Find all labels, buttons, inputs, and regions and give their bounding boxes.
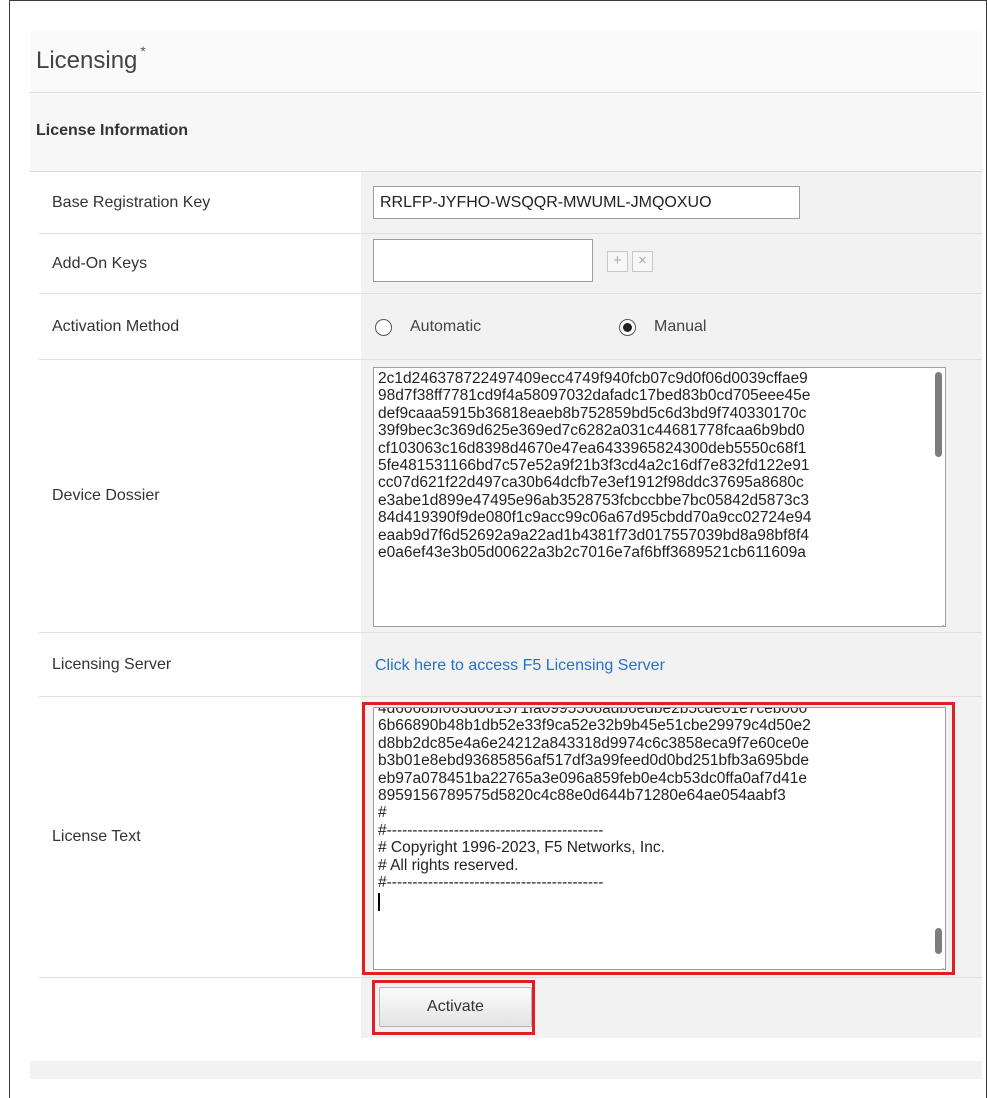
- dossier-scroll-thumb[interactable]: [935, 372, 942, 457]
- base-registration-key-label: Base Registration Key: [39, 172, 361, 233]
- licensing-server-cell: Click here to access F5 Licensing Server: [361, 633, 982, 696]
- activate-cell: Activate: [361, 978, 982, 1038]
- section-header-text: License Information: [36, 122, 189, 139]
- row-base-registration-key: Base Registration Key RRLFP-JYFHO-WSQQR-…: [39, 172, 982, 234]
- radio-automatic-circle[interactable]: [375, 318, 392, 336]
- dossier-line: 2c1d246378722497409ecc4749f940fcb07c9d0f…: [378, 370, 808, 387]
- license-text-textarea[interactable]: 4d6068bf063d001371fa0995568adb6edbe2b5cd…: [373, 707, 946, 970]
- license-scrollbar[interactable]: [934, 710, 943, 967]
- row-device-dossier: Device Dossier 2c1d246378722497409ecc474…: [39, 360, 982, 633]
- radio-manual-label: Manual: [654, 318, 707, 335]
- row-activation-method: Activation Method Automatic Manual: [39, 294, 982, 360]
- device-dossier-cell: 2c1d246378722497409ecc4749f940fcb07c9d0f…: [361, 360, 982, 632]
- license-line: 8959156789575d5820c4c88e0d644b71280e64ae…: [378, 787, 786, 805]
- dossier-line: def9caaa5915b36818eaeb8b752859bd5c6d3bd9…: [378, 404, 807, 422]
- dossier-scrollbar[interactable]: [934, 370, 943, 624]
- license-form: Base Registration Key RRLFP-JYFHO-WSQQR-…: [39, 172, 982, 1038]
- license-line: d8bb2dc85e4a6e24212a843318d9974c6c3858ec…: [378, 734, 809, 752]
- add-on-keys-cell: + ×: [361, 234, 982, 293]
- window-frame: Licensing * License Information Base Regi…: [9, 0, 987, 1098]
- dossier-line: e0a6ef43e3b05d00622a3b2c7016e7af6bff3689…: [378, 544, 806, 562]
- page-title-text: Licensing: [36, 47, 138, 74]
- license-line: #---------------------------------------…: [378, 874, 604, 892]
- activation-method-cell: Automatic Manual: [361, 294, 982, 359]
- license-text-label: License Text: [39, 697, 361, 977]
- license-scroll-thumb[interactable]: [935, 928, 942, 954]
- dossier-line: 39f9bec3c369d625e369ed7c6282a031c4468177…: [378, 422, 805, 440]
- radio-manual-circle[interactable]: [619, 318, 636, 336]
- row-license-text: License Text 4d6068bf063d001371fa0995568…: [39, 697, 982, 978]
- activate-button[interactable]: Activate: [379, 987, 532, 1027]
- activate-highlight: Activate: [372, 980, 535, 1035]
- base-registration-key-input[interactable]: RRLFP-JYFHO-WSQQR-MWUML-JMQOXUO: [373, 186, 800, 219]
- dossier-line: 5fe481531166bd7c57e52a9f21b3f3cd4a2c16df…: [378, 457, 810, 475]
- device-dossier-textarea[interactable]: 2c1d246378722497409ecc4749f940fcb07c9d0f…: [373, 367, 946, 627]
- dossier-line: cc07d621f22d497ca30b64dcfb7e3ef1912f98dd…: [378, 474, 804, 492]
- dossier-line: cf103063c16d8398d4670e47ea6433965824300d…: [378, 439, 807, 457]
- resize-handle-icon[interactable]: ◢: [938, 619, 944, 626]
- radio-automatic-label: Automatic: [410, 318, 482, 335]
- device-dossier-label: Device Dossier: [39, 360, 361, 632]
- license-line: b3b01e8ebd93685856af517df3a99feed0d0bd25…: [378, 752, 810, 770]
- dossier-line: 84d419390f9de080f1c9acc99c06a67d95cbdd70…: [378, 509, 812, 527]
- license-line: #: [378, 804, 387, 822]
- license-line: #---------------------------------------…: [378, 821, 604, 839]
- base-registration-key-cell: RRLFP-JYFHO-WSQQR-MWUML-JMQOXUO: [361, 172, 982, 233]
- add-on-keys-input[interactable]: [373, 239, 593, 282]
- license-line: eb97a078451ba22765a3e096a859feb0e4cb53dc…: [378, 769, 807, 787]
- plus-icon: +: [613, 252, 622, 269]
- resize-handle-icon[interactable]: ◢: [938, 962, 944, 969]
- radio-automatic[interactable]: Automatic: [375, 318, 481, 336]
- title-bar: Licensing *: [30, 31, 982, 93]
- licensing-server-label: Licensing Server: [39, 633, 361, 696]
- dossier-line: eaab9d7f6d52692a9a22ad1b4381f73d01755703…: [378, 526, 810, 544]
- row-add-on-keys: Add-On Keys + ×: [39, 234, 982, 294]
- add-key-button[interactable]: +: [607, 251, 628, 272]
- activation-method-label: Activation Method: [39, 294, 361, 359]
- page-title: Licensing *: [36, 43, 146, 75]
- licensing-panel: Licensing * License Information Base Regi…: [30, 31, 982, 1081]
- row-activate: Activate: [39, 978, 982, 1038]
- dossier-line: e3abe1d899e47495e96ab3528753fcbccbbe7bc0…: [378, 491, 809, 509]
- license-line: 4d6068bf063d001371fa0995568adb6edbe2b5cd…: [378, 707, 808, 717]
- row-licensing-server: Licensing Server Click here to access F5…: [39, 633, 982, 697]
- license-text-cell: 4d6068bf063d001371fa0995568adb6edbe2b5cd…: [361, 697, 982, 977]
- license-line: 6b66890b48b1db52e33f9ca52e32b9b45e51cbe2…: [378, 717, 811, 735]
- remove-key-button[interactable]: ×: [632, 251, 653, 272]
- radio-manual[interactable]: Manual: [619, 318, 706, 336]
- license-line: # Copyright 1996-2023, F5 Networks, Inc.: [378, 839, 665, 857]
- section-header: License Information: [30, 94, 982, 172]
- footer-strip: [30, 1061, 982, 1079]
- activate-row-spacer: [39, 978, 361, 1038]
- text-cursor: [378, 893, 380, 912]
- add-on-keys-label: Add-On Keys: [39, 234, 361, 293]
- license-line: # All rights reserved.: [378, 856, 519, 874]
- licensing-server-link[interactable]: Click here to access F5 Licensing Server: [375, 657, 665, 675]
- dossier-line: 98d7f38ff7781cd9f4a58097032dafadc17bed83…: [378, 387, 811, 405]
- required-marker: *: [140, 43, 146, 59]
- close-icon: ×: [638, 252, 647, 269]
